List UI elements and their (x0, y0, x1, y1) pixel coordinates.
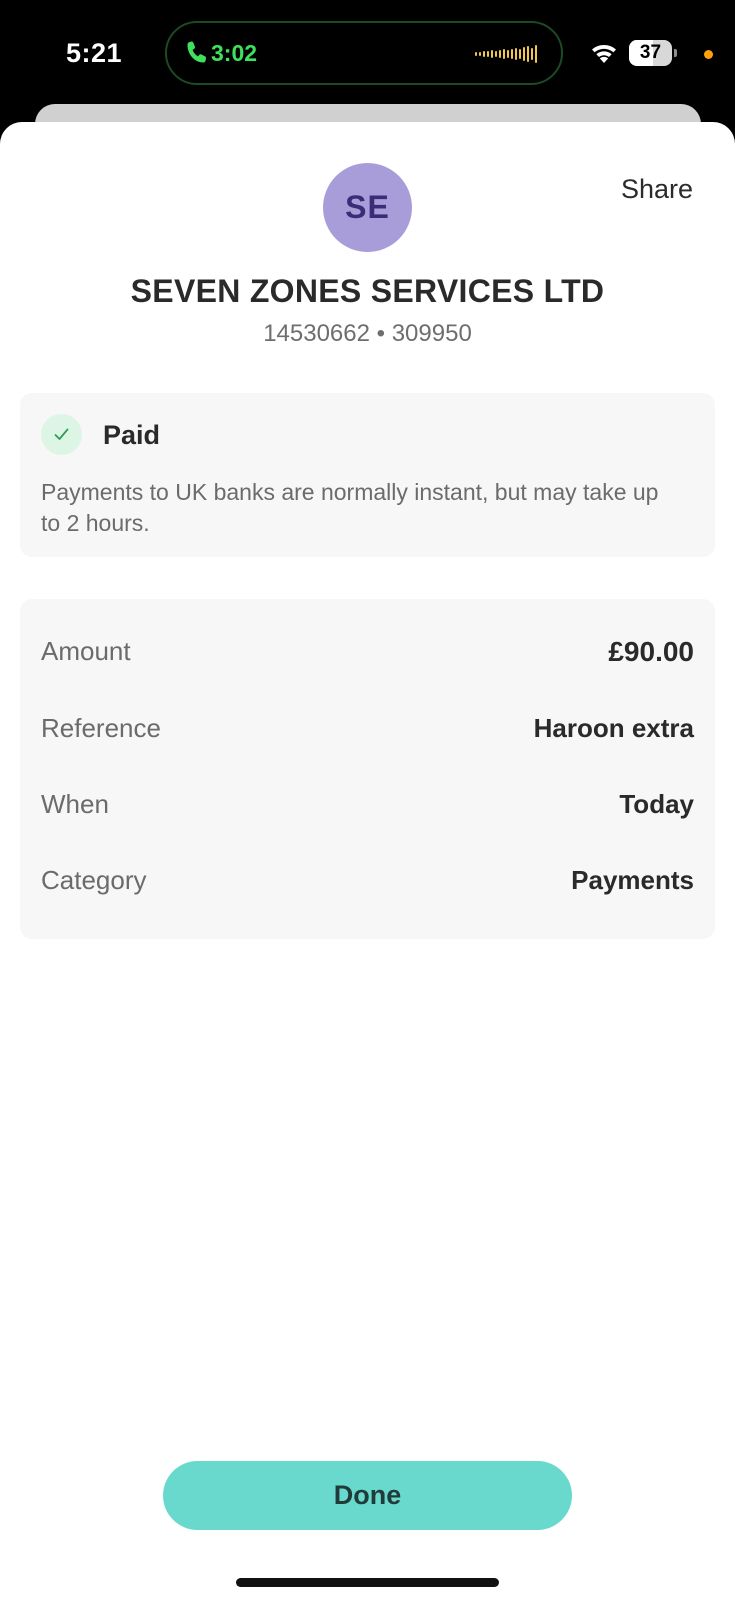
payment-status-card: Paid Payments to UK banks are normally i… (20, 393, 715, 557)
status-bar: 5:21 3:02 37 (0, 0, 735, 110)
detail-value: Today (619, 789, 694, 819)
payee-name: SEVEN ZONES SERVICES LTD (130, 273, 605, 309)
detail-row-amount: Amount £90.00 (41, 636, 694, 676)
home-indicator[interactable] (236, 1578, 499, 1587)
transaction-sheet: Share SE SEVEN ZONES SERVICES LTD 145306… (0, 122, 735, 1600)
payment-status-title: Paid (103, 420, 161, 450)
detail-row-reference: Reference Haroon extra (41, 713, 694, 753)
transaction-detail-screen: 5:21 3:02 37 Share SE SEVEN ZONES SERVIC… (0, 0, 735, 1600)
detail-row-when: When Today (41, 789, 694, 829)
detail-row-category[interactable]: Category Payments (41, 865, 694, 905)
status-time: 5:21 (66, 38, 123, 68)
share-button[interactable]: Share (621, 174, 693, 205)
detail-label: When (41, 789, 109, 819)
battery-tip (674, 49, 677, 57)
detail-label: Amount (41, 636, 131, 666)
check-icon (41, 414, 82, 455)
wifi-icon (592, 45, 616, 63)
audio-waveform-icon (475, 45, 537, 63)
detail-label: Reference (41, 713, 161, 743)
call-timer: 3:02 (211, 40, 258, 66)
battery-level: 37 (639, 42, 662, 63)
detail-value: £90.00 (608, 636, 694, 667)
detail-label: Category (41, 865, 147, 895)
active-call-indicator[interactable]: 3:02 (165, 21, 563, 85)
done-button[interactable]: Done (163, 1461, 572, 1530)
payee-account-details: 14530662 • 309950 (263, 320, 472, 347)
payee-avatar: SE (323, 163, 412, 252)
transaction-details-card: Amount £90.00 Reference Haroon extra Whe… (20, 599, 715, 939)
phone-icon (187, 41, 207, 63)
detail-value: Haroon extra (533, 713, 694, 743)
payment-status-description: Payments to UK banks are normally instan… (41, 479, 659, 536)
detail-value: Payments (571, 865, 694, 895)
privacy-indicator-dot (704, 50, 713, 59)
battery-icon: 37 (629, 40, 677, 66)
